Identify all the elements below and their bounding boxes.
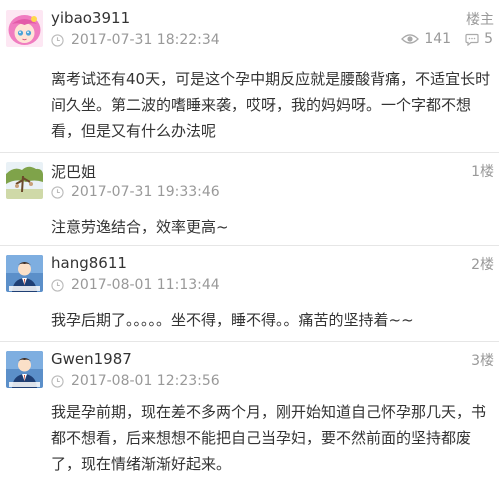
post-content: 离考试还有40天，可是这个孕中期反应就是腰酸背痛，不适宜长时间久坐。第二波的嗜睡… xyxy=(51,70,491,140)
post-stats: 141 5 xyxy=(401,31,493,47)
username[interactable]: yibao3911 xyxy=(51,9,130,27)
username[interactable]: 泥巴姐 xyxy=(51,161,96,182)
floor-label: 楼主 xyxy=(466,12,494,28)
default-user-icon xyxy=(6,255,43,292)
post-time: 2017-07-31 19:33:46 xyxy=(71,184,220,200)
floor-label: 2楼 xyxy=(471,257,494,273)
clock-icon xyxy=(51,374,64,388)
post-item: yibao3911 2017-07-31 18:22:34 楼主 141 5 离… xyxy=(0,0,499,160)
post-item: Gwen1987 2017-08-01 12:23:56 3楼 我是孕前期，现在… xyxy=(0,341,499,475)
floor-label: 1楼 xyxy=(471,164,494,180)
post-meta: 2017-07-31 19:33:46 xyxy=(51,184,220,200)
post-content: 注意劳逸结合，效率更高~ xyxy=(51,218,229,236)
view-count: 141 xyxy=(424,31,452,47)
username[interactable]: Gwen1987 xyxy=(51,350,132,368)
username[interactable]: hang8611 xyxy=(51,254,127,272)
avatar[interactable] xyxy=(6,255,43,292)
post-meta: 2017-07-31 18:22:34 xyxy=(51,32,220,48)
floor-label: 3楼 xyxy=(471,353,494,369)
post-meta: 2017-08-01 11:13:44 xyxy=(51,277,220,293)
default-user-icon xyxy=(6,351,43,388)
avatar[interactable] xyxy=(6,162,43,199)
clock-icon xyxy=(51,33,64,47)
reply-count: 5 xyxy=(484,31,493,47)
avatar[interactable] xyxy=(6,10,43,47)
clock-icon xyxy=(51,278,64,292)
post-time: 2017-08-01 11:13:44 xyxy=(71,277,220,293)
anime-girl-pink-hair-icon xyxy=(6,10,43,47)
post-item: 泥巴姐 2017-07-31 19:33:46 1楼 注意劳逸结合，效率更高~ xyxy=(0,152,499,245)
comment-icon xyxy=(465,33,479,46)
eye-icon xyxy=(401,34,420,44)
avatar[interactable] xyxy=(6,351,43,388)
tree-landscape-icon xyxy=(6,162,43,199)
post-time: 2017-07-31 18:22:34 xyxy=(71,32,220,48)
post-content: 我孕后期了。。。。。坐不得，睡不得。。痛苦的坚持着~~ xyxy=(51,311,414,329)
post-time: 2017-08-01 12:23:56 xyxy=(71,373,220,389)
post-item: hang8611 2017-08-01 11:13:44 2楼 我孕后期了。。。… xyxy=(0,245,499,341)
post-content: 我是孕前期，现在差不多两个月，刚开始知道自己怀孕那几天，书都不想看，后来想想不能… xyxy=(51,403,487,473)
clock-icon xyxy=(51,185,64,199)
post-meta: 2017-08-01 12:23:56 xyxy=(51,373,220,389)
